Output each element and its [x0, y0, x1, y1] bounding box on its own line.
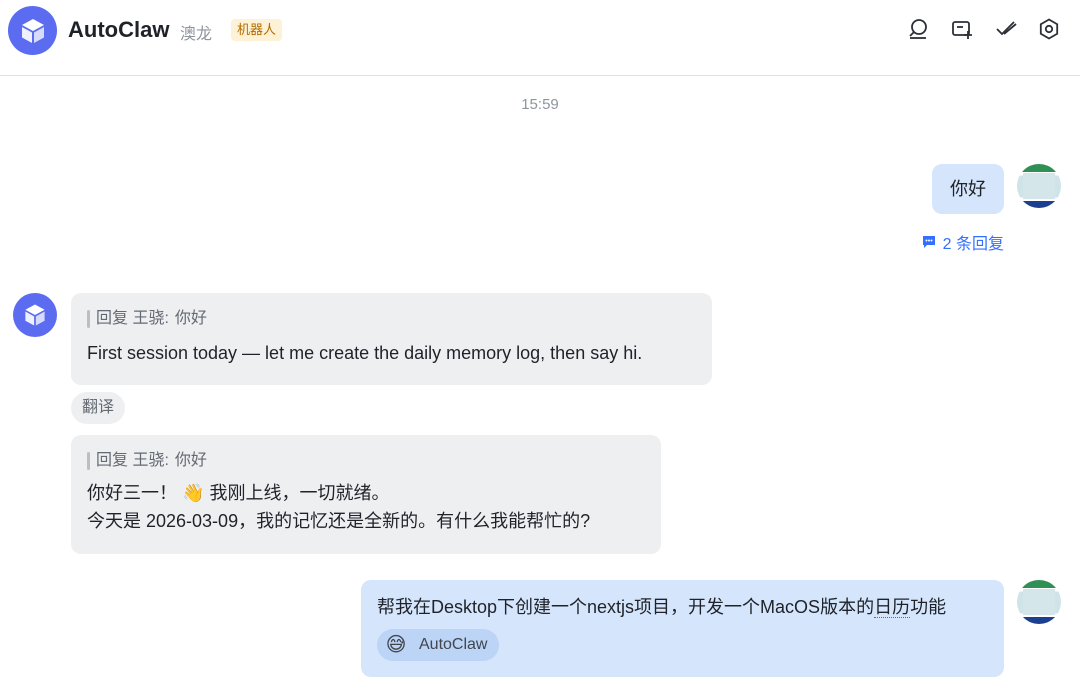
- message-text: 帮我在Desktop下创建一个nextjs项目，开发一个MacOS版本的日历功能: [377, 593, 988, 621]
- new-topic-button[interactable]: [947, 14, 977, 44]
- comment-icon: [922, 236, 935, 248]
- quote-bar: [87, 452, 90, 470]
- settings-button[interactable]: [1034, 14, 1064, 44]
- message-text: 我刚上线，一切就绪。: [209, 483, 390, 503]
- user-avatar[interactable]: [1017, 580, 1061, 624]
- chat-header: AutoClaw 澳龙 机器人: [0, 0, 1080, 76]
- highlighted-term[interactable]: 日历: [874, 597, 911, 618]
- user-message-bubble[interactable]: 帮我在Desktop下创建一个nextjs项目，开发一个MacOS版本的日历功能…: [361, 580, 1004, 677]
- quote-prefix: 回复 王骁:: [96, 310, 169, 327]
- search-button[interactable]: [903, 14, 933, 44]
- settings-icon: [1039, 18, 1059, 40]
- message-text: First session today — let me create the …: [87, 343, 643, 363]
- message-text: 你好: [950, 179, 986, 199]
- check-icon: [996, 21, 1017, 36]
- bot-badge: 机器人: [231, 19, 283, 41]
- bot-message-bubble[interactable]: 回复 王骁: 你好 你好三一！ 👋 我刚上线，一切就绪。 今天是 2026-03…: [71, 435, 661, 554]
- new-topic-icon: [952, 21, 972, 39]
- user-avatar[interactable]: [1017, 164, 1061, 208]
- bot-avatar[interactable]: [13, 293, 57, 337]
- quote-bar: [87, 310, 90, 328]
- message-text-tail: 功能: [910, 597, 947, 617]
- sweat-smile-emoji: 😅: [385, 634, 407, 656]
- bot-logo-avatar[interactable]: [8, 6, 57, 55]
- mention-chip[interactable]: 😅 AutoClaw: [377, 629, 500, 661]
- quote-prefix: 回复 王骁:: [96, 452, 169, 469]
- quoted-reply: 回复 王骁: 你好: [87, 309, 696, 329]
- quote-text: 你好: [174, 310, 207, 327]
- translate-button[interactable]: 翻译: [71, 392, 126, 424]
- message-text-main: 帮我在Desktop下创建一个nextjs项目，开发一个MacOS版本的: [377, 597, 875, 617]
- chat-alias: 澳龙: [180, 26, 213, 43]
- wave-emoji: 👋: [182, 483, 205, 503]
- reply-count: 2 条回复: [942, 236, 1004, 253]
- mention-label: AutoClaw: [419, 636, 488, 653]
- quote-text: 你好: [174, 452, 207, 469]
- thread-replies-link[interactable]: 2 条回复: [921, 230, 1004, 254]
- message-line-2: 今天是 2026-03-09，我的记忆还是全新的。有什么我能帮忙的?: [87, 511, 591, 531]
- cube-icon: [25, 304, 45, 326]
- search-icon: [909, 19, 927, 39]
- user-message-bubble[interactable]: 你好: [932, 164, 1004, 214]
- chat-title: AutoClaw: [68, 17, 170, 42]
- message-timestamp: 15:59: [521, 96, 559, 113]
- quoted-reply: 回复 王骁: 你好: [87, 451, 645, 471]
- message-line-1: 你好三一！ 👋 我刚上线，一切就绪。: [87, 479, 645, 507]
- message-text: 你好三一！: [87, 483, 177, 503]
- cube-icon: [21, 18, 44, 43]
- bot-message-bubble[interactable]: 回复 王骁: 你好 First session today — let me c…: [71, 293, 712, 385]
- mark-done-button[interactable]: [991, 14, 1021, 44]
